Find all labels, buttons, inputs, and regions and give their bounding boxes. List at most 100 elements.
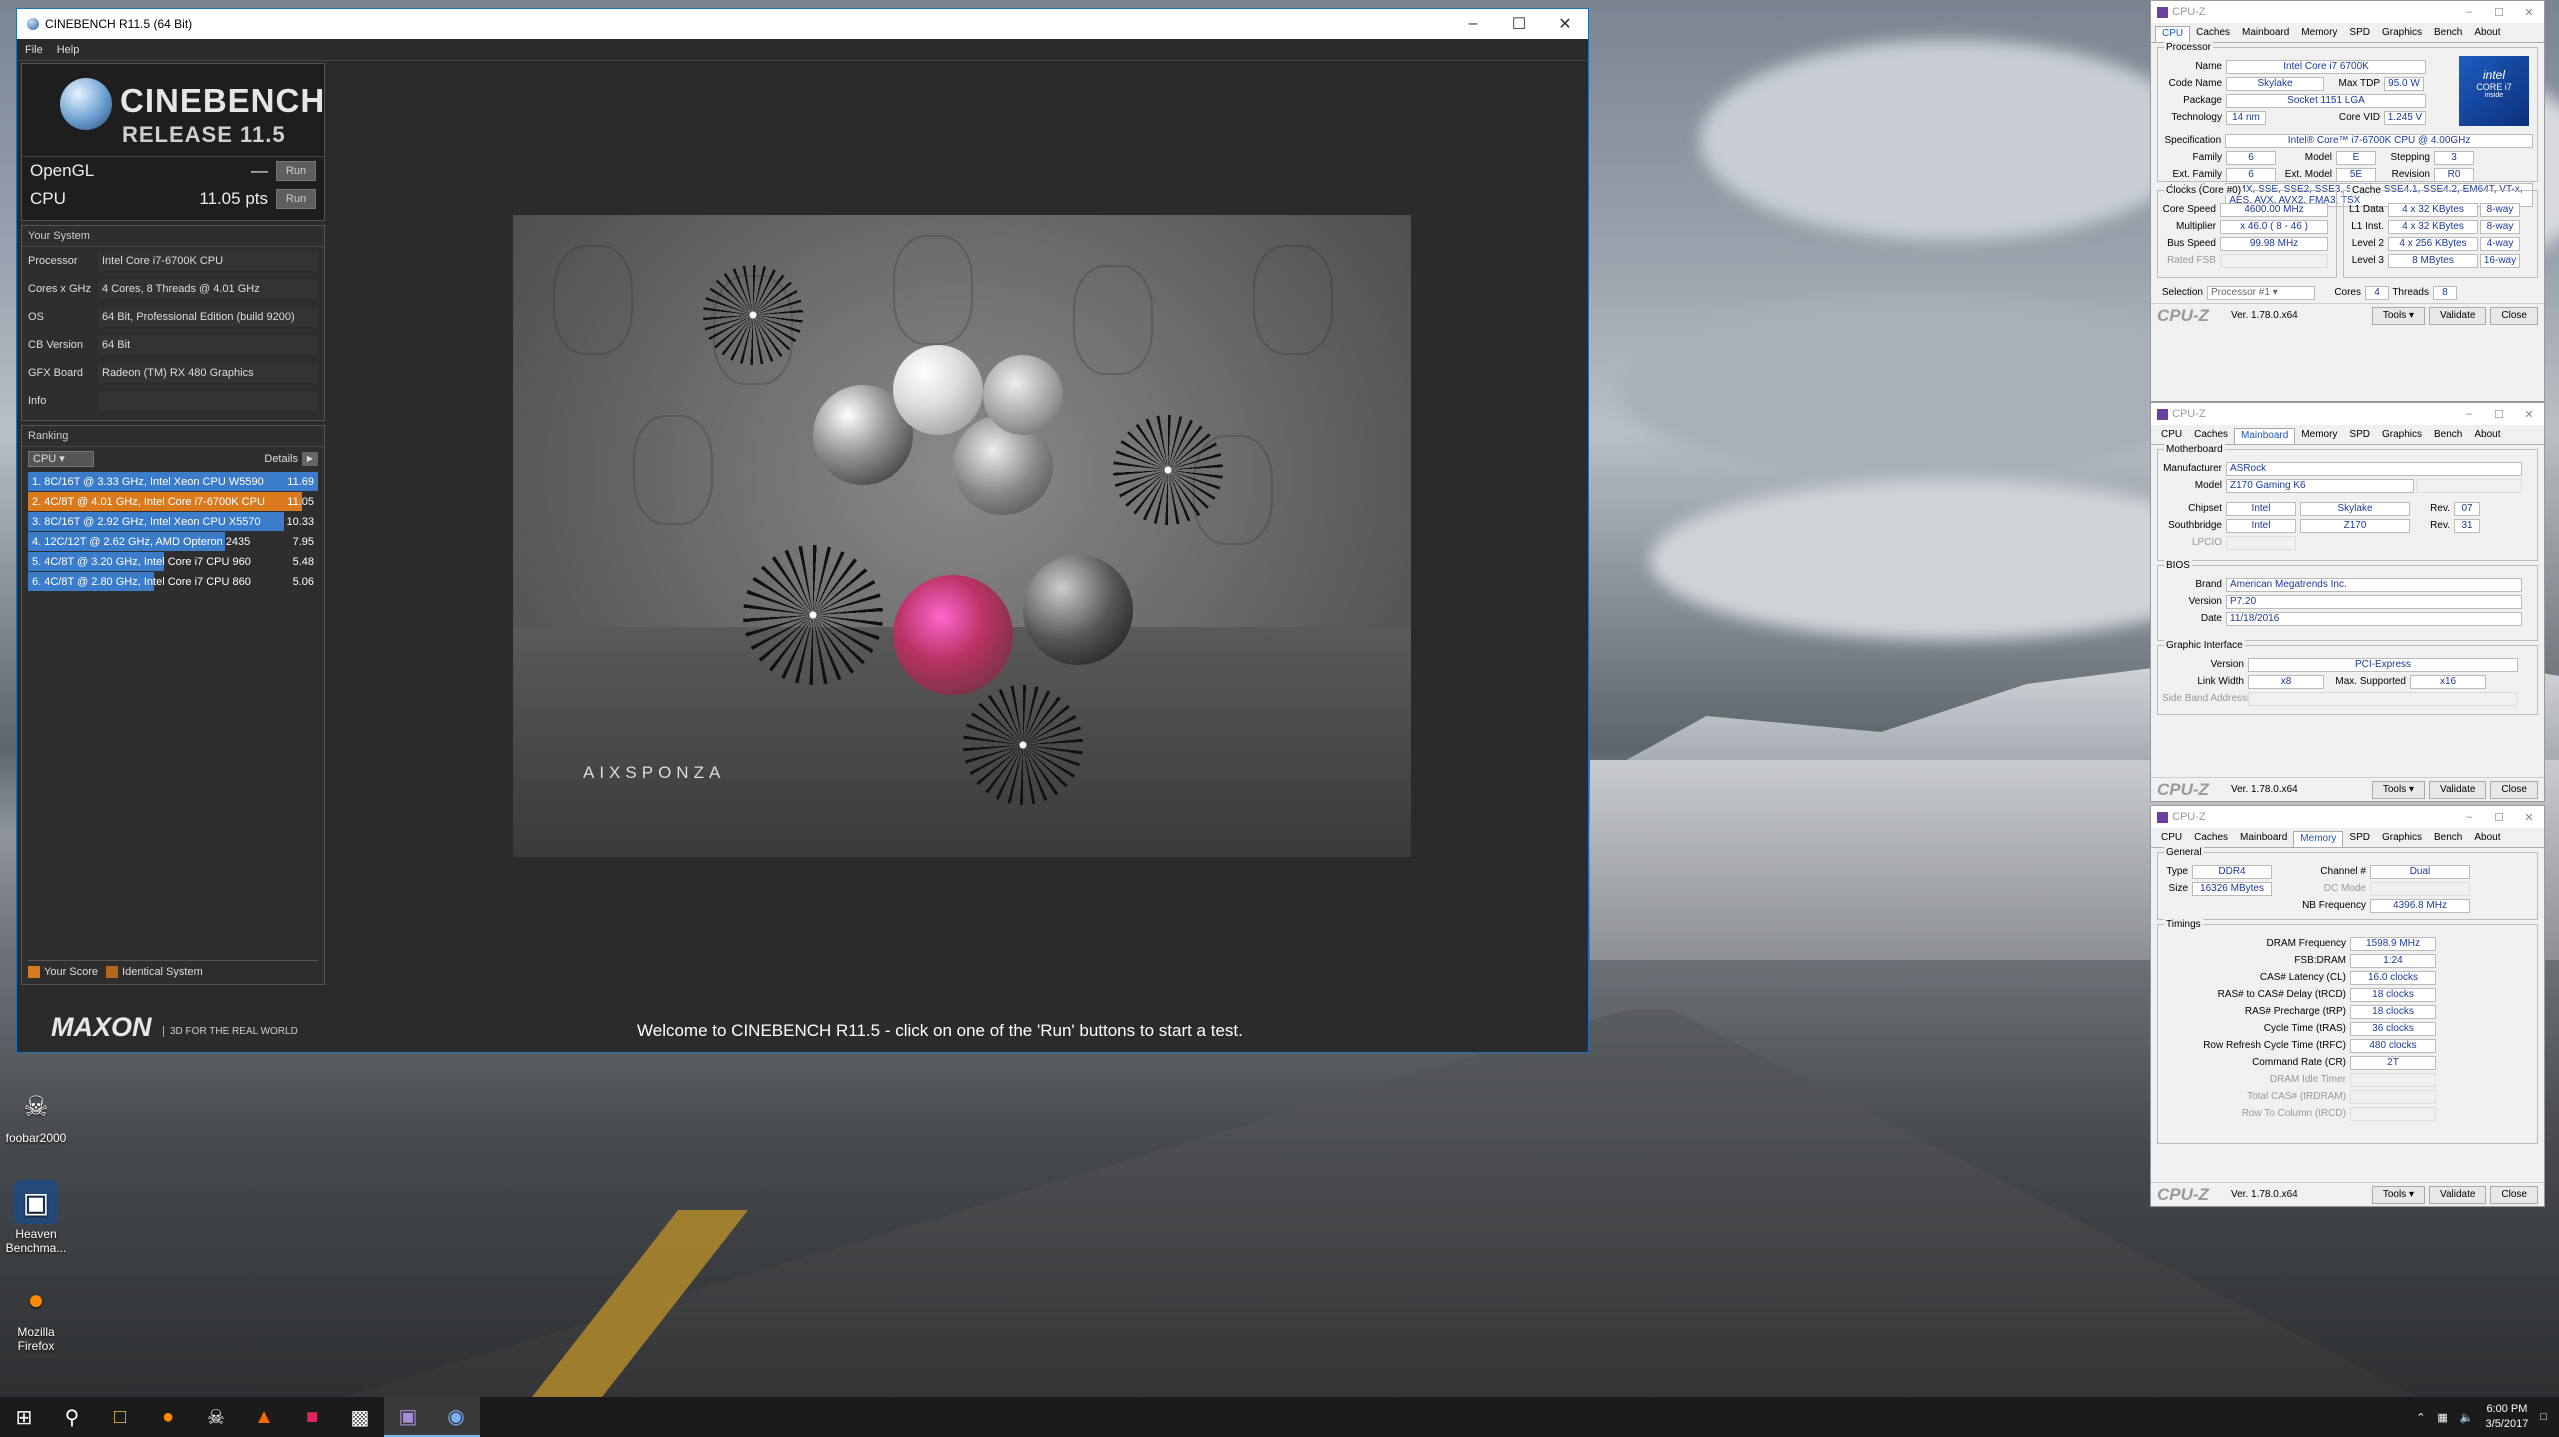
- tools-button[interactable]: Tools ▾: [2371, 1185, 2426, 1204]
- minimize-button[interactable]: –: [2454, 408, 2484, 420]
- ranking-select[interactable]: CPU ▾: [28, 451, 94, 467]
- minimize-button[interactable]: –: [2454, 6, 2484, 18]
- tab-spd[interactable]: SPD: [2343, 26, 2376, 42]
- taskbar-cinebench[interactable]: ◉: [432, 1397, 480, 1437]
- tab-cpu[interactable]: CPU: [2155, 831, 2188, 847]
- tools-button[interactable]: Tools ▾: [2371, 780, 2426, 799]
- tab-memory[interactable]: Memory: [2295, 428, 2343, 444]
- close-button[interactable]: Close: [2490, 780, 2538, 799]
- taskbar-file-explorer[interactable]: □: [96, 1397, 144, 1437]
- cas-latency-field: 16.0 clocks: [2350, 970, 2436, 985]
- ranking-row[interactable]: 2. 4C/8T @ 4.01 GHz, Intel Core i7-6700K…: [28, 492, 318, 511]
- cpuz-title-bar[interactable]: CPU-Z – ☐ ✕: [2151, 806, 2544, 828]
- ranking-label: 5. 4C/8T @ 3.20 GHz, Intel Core i7 CPU 9…: [32, 555, 251, 568]
- cpuz-title-bar[interactable]: CPU-Z – ☐ ✕: [2151, 403, 2544, 425]
- cpuz-brand: CPU-Z: [2157, 779, 2209, 799]
- validate-button[interactable]: Validate: [2429, 306, 2487, 325]
- bios-group: BIOS Brand American Megatrends Inc. Versi…: [2157, 560, 2538, 641]
- tab-bench[interactable]: Bench: [2428, 428, 2468, 444]
- ranking-row[interactable]: 1. 8C/16T @ 3.33 GHz, Intel Xeon CPU W55…: [28, 472, 318, 491]
- ranking-score: 7.95: [292, 535, 314, 548]
- ranking-label: 1. 8C/16T @ 3.33 GHz, Intel Xeon CPU W55…: [32, 475, 264, 488]
- tab-about[interactable]: About: [2468, 26, 2506, 42]
- processor-selection-dropdown[interactable]: Processor #1 ▾: [2207, 285, 2315, 300]
- cpu-run-button[interactable]: Run: [276, 189, 316, 209]
- ranking-row[interactable]: 6. 4C/8T @ 2.80 GHz, Intel Core i7 CPU 8…: [28, 572, 318, 591]
- tab-graphics[interactable]: Graphics: [2376, 26, 2428, 42]
- graphic-interface-group-title: Graphic Interface: [2164, 640, 2245, 651]
- tab-graphics[interactable]: Graphics: [2376, 428, 2428, 444]
- menu-file[interactable]: File: [25, 44, 43, 56]
- maximize-button[interactable]: ☐: [2484, 408, 2514, 421]
- render-preview: AIXSPONZA: [513, 215, 1411, 857]
- tab-caches[interactable]: Caches: [2188, 428, 2234, 444]
- close-button[interactable]: Close: [2490, 1185, 2538, 1204]
- chevron-up-icon[interactable]: ⌃: [2416, 1411, 2425, 1424]
- title-bar[interactable]: CINEBENCH R11.5 (64 Bit) – ☐ ✕: [17, 9, 1588, 39]
- system-key: GFX Board: [28, 367, 84, 379]
- level3-ways-field: 16-way: [2480, 253, 2520, 268]
- validate-button[interactable]: Validate: [2429, 780, 2487, 799]
- cpuz-title-bar[interactable]: CPU-Z – ☐ ✕: [2151, 1, 2544, 23]
- system-value: 64 Bit: [98, 335, 318, 355]
- tab-mainboard[interactable]: Mainboard: [2234, 831, 2293, 847]
- tab-caches[interactable]: Caches: [2188, 831, 2234, 847]
- tab-bench[interactable]: Bench: [2428, 831, 2468, 847]
- ranking-row[interactable]: 3. 8C/16T @ 2.92 GHz, Intel Xeon CPU X55…: [28, 512, 318, 531]
- manufacturer-field: ASRock: [2226, 461, 2522, 476]
- close-button[interactable]: ✕: [1542, 14, 1588, 34]
- notification-icon[interactable]: □: [2540, 1411, 2547, 1423]
- tab-mainboard[interactable]: Mainboard: [2236, 26, 2295, 42]
- tab-memory[interactable]: Memory: [2293, 831, 2344, 847]
- opengl-run-button[interactable]: Run: [276, 161, 316, 181]
- desktop-icon-foobar[interactable]: ☠ foobar2000: [0, 1084, 72, 1146]
- cache-group-title: Cache: [2350, 185, 2383, 196]
- start-button[interactable]: ⊞: [0, 1397, 48, 1437]
- ranking-row[interactable]: 4. 12C/12T @ 2.62 GHz, AMD Opteron 2435 7…: [28, 532, 318, 551]
- system-row: OS 64 Bit, Professional Edition (build 92…: [22, 303, 324, 331]
- tab-spd[interactable]: SPD: [2343, 831, 2376, 847]
- window-title: CINEBENCH R11.5 (64 Bit): [45, 17, 193, 31]
- tools-button[interactable]: Tools ▾: [2371, 306, 2426, 325]
- clock[interactable]: 6:00 PM 3/5/2017: [2486, 1402, 2529, 1432]
- taskbar-app-orange[interactable]: ▲: [240, 1397, 288, 1437]
- close-icon[interactable]: ✕: [2514, 811, 2544, 824]
- tab-about[interactable]: About: [2468, 831, 2506, 847]
- volume-icon[interactable]: 🔈: [2460, 1411, 2474, 1424]
- menu-help[interactable]: Help: [57, 44, 80, 56]
- tab-cpu[interactable]: CPU: [2155, 428, 2188, 444]
- tab-bench[interactable]: Bench: [2428, 26, 2468, 42]
- taskbar-cpuz[interactable]: ▣: [384, 1397, 432, 1437]
- taskbar-app-red[interactable]: ■: [288, 1397, 336, 1437]
- tab-cpu[interactable]: CPU: [2155, 26, 2191, 42]
- tab-about[interactable]: About: [2468, 428, 2506, 444]
- close-button[interactable]: Close: [2490, 306, 2538, 325]
- taskbar-terminal[interactable]: ▩: [336, 1397, 384, 1437]
- ext-family-field: 6: [2226, 167, 2276, 182]
- ranking-row[interactable]: 5. 4C/8T @ 3.20 GHz, Intel Core i7 CPU 9…: [28, 552, 318, 571]
- desktop-icon-heaven[interactable]: ▣ Heaven Benchma...: [0, 1180, 72, 1255]
- task-search-button[interactable]: ⚲: [48, 1397, 96, 1437]
- maximize-button[interactable]: ☐: [2484, 811, 2514, 824]
- tab-memory[interactable]: Memory: [2295, 26, 2343, 42]
- network-icon[interactable]: ▦: [2437, 1411, 2447, 1424]
- cpuz-version: Ver. 1.78.0.x64: [2231, 310, 2298, 321]
- minimize-button[interactable]: –: [2454, 811, 2484, 823]
- tab-spd[interactable]: SPD: [2343, 428, 2376, 444]
- opengl-row: OpenGL — Run: [22, 157, 324, 185]
- close-icon[interactable]: ✕: [2514, 408, 2544, 421]
- tab-mainboard[interactable]: Mainboard: [2234, 428, 2296, 444]
- minimize-button[interactable]: –: [1450, 15, 1496, 33]
- system-value: 4 Cores, 8 Threads @ 4.01 GHz: [98, 279, 318, 299]
- desktop-icon-firefox[interactable]: ● Mozilla Firefox: [0, 1278, 72, 1353]
- close-icon[interactable]: ✕: [2514, 6, 2544, 19]
- validate-button[interactable]: Validate: [2429, 1185, 2487, 1204]
- tab-graphics[interactable]: Graphics: [2376, 831, 2428, 847]
- maximize-button[interactable]: ☐: [1496, 14, 1542, 34]
- taskbar-firefox[interactable]: ●: [144, 1397, 192, 1437]
- taskbar-foobar[interactable]: ☠: [192, 1397, 240, 1437]
- details-toggle-button[interactable]: ▶: [302, 452, 318, 466]
- link-width-field: x8: [2248, 674, 2324, 689]
- tab-caches[interactable]: Caches: [2190, 26, 2236, 42]
- maximize-button[interactable]: ☐: [2484, 6, 2514, 19]
